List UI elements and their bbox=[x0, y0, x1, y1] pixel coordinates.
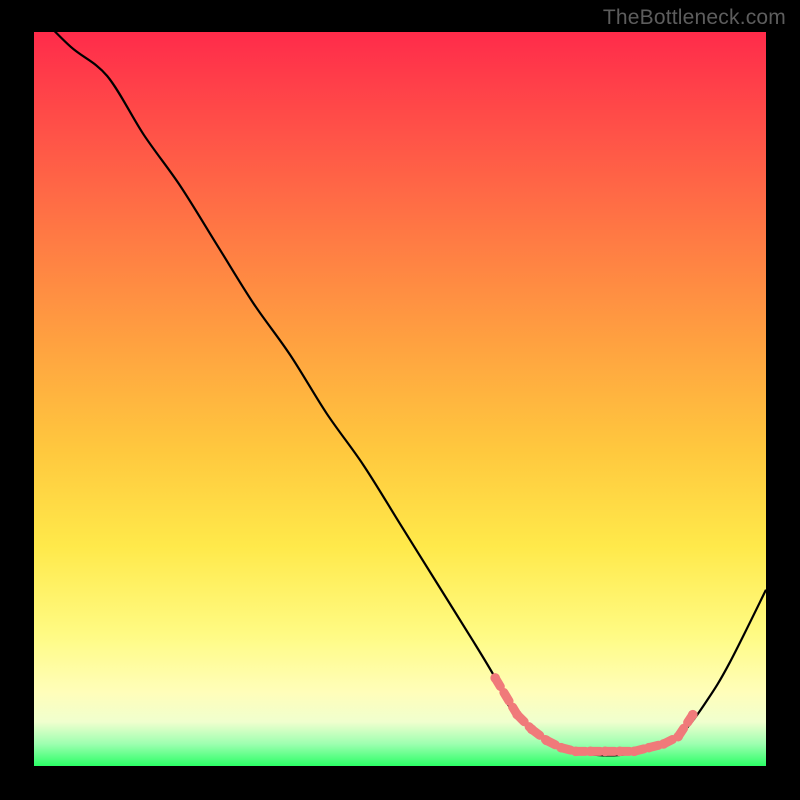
watermark-text: TheBottleneck.com bbox=[603, 6, 786, 30]
valley-marker-segment bbox=[495, 678, 517, 715]
valley-marker-dot bbox=[688, 710, 698, 720]
plot-area bbox=[34, 32, 766, 766]
bottleneck-curve bbox=[34, 32, 766, 766]
chart-frame: TheBottleneck.com bbox=[0, 0, 800, 800]
